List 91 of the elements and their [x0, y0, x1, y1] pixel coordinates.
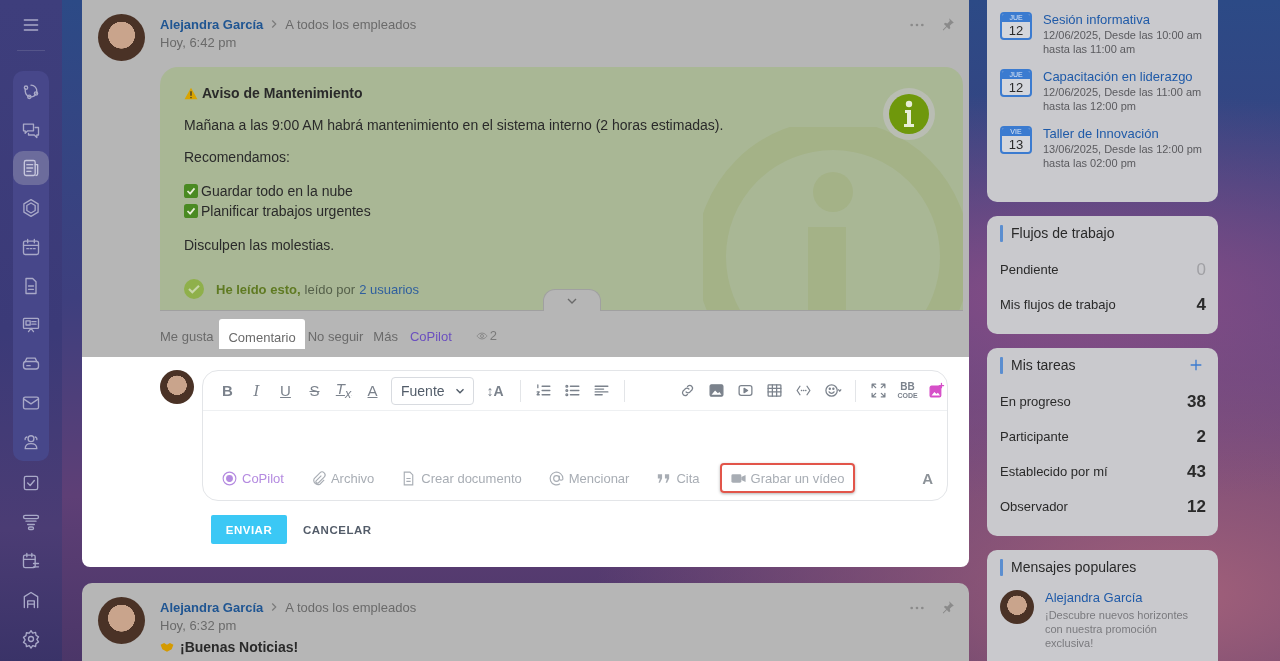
author-link[interactable]: Alejandra García — [160, 16, 264, 32]
event-title-link[interactable]: Sesión informativa — [1043, 12, 1202, 28]
check-mark-icon — [184, 184, 198, 198]
event-time: 12/06/2025, Desde las 11:00 am — [1043, 85, 1202, 99]
warning-icon — [184, 86, 198, 100]
view-count: 2 — [489, 327, 498, 345]
post-action-tab[interactable]: CoPilot — [409, 319, 456, 349]
editor-action-button[interactable]: Cita — [649, 463, 706, 493]
check-circle-icon — [184, 279, 204, 299]
settings-icon — [21, 628, 41, 649]
format-button[interactable]: ↕A — [482, 378, 508, 403]
bullet-list-icon — [564, 382, 581, 399]
read-button[interactable]: He leído esto, — [216, 281, 301, 297]
cancel-button[interactable]: CANCELAR — [303, 523, 372, 536]
image-sparkle-icon — [928, 382, 945, 399]
notice-text: Mañana a las 9:00 AM habrá mantenimiento en el sistema interno (2 horas estimadas). — [184, 117, 725, 133]
event-time: 13/06/2025, Desde las 12:00 pm — [1043, 142, 1202, 156]
row-count: 4 — [1196, 294, 1206, 315]
row-count: 38 — [1187, 391, 1206, 412]
read-by-text: leído por — [304, 281, 356, 297]
post-action-tab[interactable]: Más — [373, 319, 402, 349]
check-mark-icon — [184, 204, 198, 218]
copilot-icon — [221, 469, 238, 487]
eye-icon — [475, 330, 488, 342]
format-button[interactable]: U — [275, 378, 296, 403]
text-format-toggle[interactable]: A — [922, 469, 933, 487]
row-label[interactable]: Observador — [1000, 499, 1068, 514]
checklist-item: Guardar todo en la nube — [201, 183, 353, 199]
editor-action-button[interactable]: Crear documento — [394, 463, 528, 493]
row-label[interactable]: Pendiente — [1000, 262, 1059, 277]
avatar — [1000, 590, 1034, 624]
avatar — [98, 597, 145, 644]
card-title: Mis tareas — [1011, 357, 1076, 373]
plus-icon[interactable] — [1188, 357, 1204, 373]
calendar-list-icon — [21, 550, 41, 571]
audience-text: A todos los empleados — [285, 16, 417, 32]
editor-action-button[interactable]: Archivo — [303, 463, 381, 493]
readers-link[interactable]: 2 usuarios — [359, 281, 420, 297]
editor-action-button[interactable]: Mencionar — [541, 463, 636, 493]
font-dropdown[interactable]: Fuente — [391, 376, 474, 405]
row-count: 43 — [1187, 461, 1206, 482]
emoji-icon — [822, 382, 843, 399]
checklist-item: Planificar trabajos urgentes — [201, 203, 371, 219]
info-icon — [883, 88, 935, 140]
post-action-tab[interactable]: Me gusta — [160, 319, 218, 349]
post-time: Hoy, 6:32 pm — [160, 618, 238, 633]
event-title-link[interactable]: Capacitación en liderazgo — [1043, 69, 1202, 85]
post-title: ¡Buenas Noticias! — [180, 639, 299, 655]
post-action-tab[interactable]: No seguir — [307, 319, 368, 349]
fullscreen-icon — [870, 382, 887, 399]
at-sign-icon — [547, 469, 565, 487]
sidebar-button[interactable] — [13, 151, 49, 185]
post-time: Hoy, 6:42 pm — [160, 35, 238, 50]
event-time: hasta las 02:00 pm — [1043, 156, 1137, 170]
author-link[interactable]: Alejandra García — [1045, 590, 1206, 606]
editor-action-button[interactable]: CoPilot — [215, 463, 290, 493]
author-link[interactable]: Alejandra García — [160, 599, 264, 615]
event-time: hasta las 11:00 am — [1043, 42, 1137, 56]
event-time: hasta las 12:00 pm — [1043, 99, 1137, 113]
event-title-link[interactable]: Taller de Innovación — [1043, 126, 1202, 142]
notice-text: Disculpen las molestias. — [184, 237, 336, 253]
card-title: Flujos de trabajo — [1011, 225, 1115, 241]
building-icon — [21, 589, 41, 610]
post-action-tab[interactable]: Comentario — [219, 319, 305, 349]
image-icon — [708, 382, 725, 399]
row-label[interactable]: Establecido por mí — [1000, 464, 1108, 479]
hexagon-icon — [21, 197, 41, 218]
video-play-icon — [737, 382, 754, 399]
row-label[interactable]: En progreso — [1000, 394, 1071, 409]
table-icon — [766, 382, 783, 399]
event-time: 12/06/2025, Desde las 10:00 am — [1043, 28, 1202, 42]
format-button[interactable]: T$_{x}$ — [333, 378, 354, 403]
editor-action-button[interactable]: Grabar un vídeo — [719, 463, 855, 493]
row-count: 12 — [1187, 496, 1206, 517]
post-excerpt: ¡Descubre nuevos horizontes con nuestra promoción exclusiva! — [1045, 608, 1190, 650]
avatar — [160, 370, 194, 404]
audience-text: A todos los empleados — [285, 599, 417, 615]
avatar — [98, 14, 145, 61]
notice-text: Recomendamos: — [184, 149, 291, 165]
newspaper-icon — [21, 158, 41, 178]
notice-title: Aviso de Mantenimiento — [202, 85, 363, 101]
format-button[interactable]: B — [217, 378, 238, 403]
card-title: Mensajes populares — [1011, 559, 1137, 575]
row-label[interactable]: Participante — [1000, 429, 1069, 444]
row-label[interactable]: Mis flujos de trabajo — [1000, 297, 1116, 312]
format-button[interactable]: S — [304, 378, 325, 403]
calendar-icon — [21, 236, 41, 257]
row-count: 2 — [1196, 426, 1206, 447]
format-button[interactable]: A — [362, 378, 383, 403]
link-icon — [679, 382, 696, 399]
format-button[interactable]: I — [246, 378, 267, 403]
